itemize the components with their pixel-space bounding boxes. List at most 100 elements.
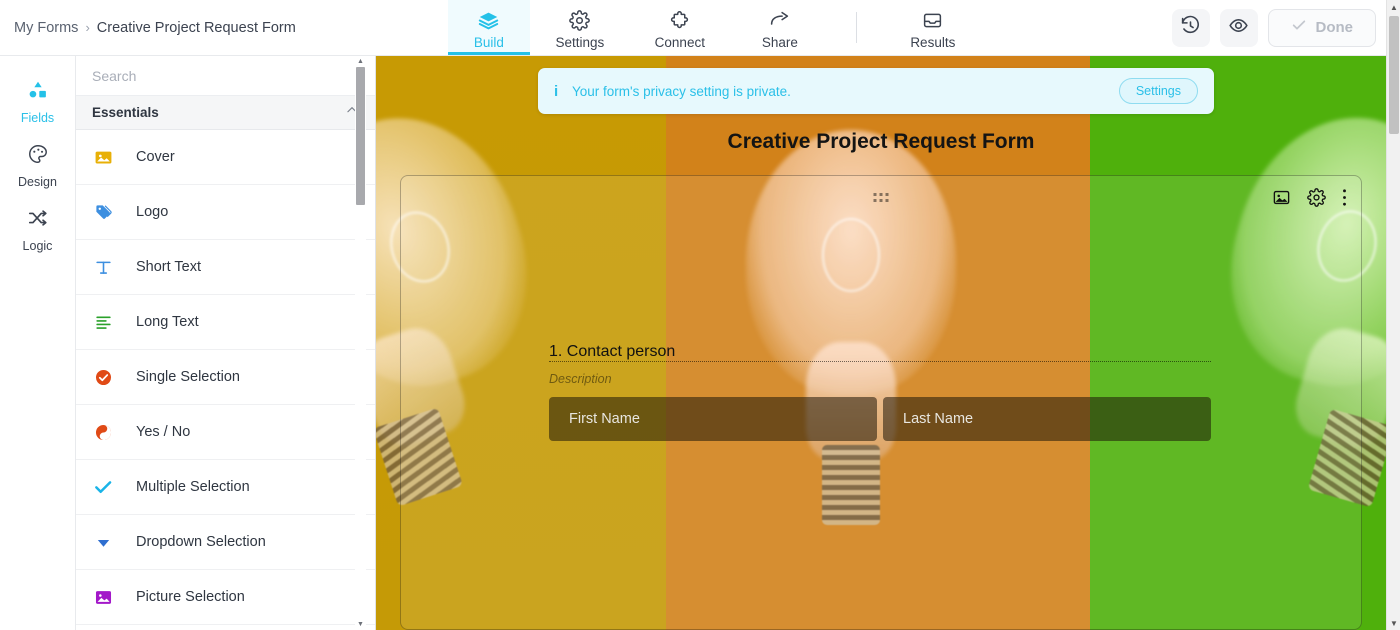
breadcrumb-root[interactable]: My Forms — [14, 20, 78, 36]
field-item-multiple-selection-label: Multiple Selection — [136, 479, 250, 495]
field-item-short-text[interactable]: Short Text — [76, 240, 375, 295]
question-block: 1. Contact person Description First Name… — [549, 343, 1211, 441]
rail-item-logic[interactable]: Logic — [0, 198, 76, 262]
page-scrollbar[interactable]: ▲ ▼ — [1386, 0, 1400, 630]
field-item-logo[interactable]: Logo — [76, 185, 375, 240]
question-title-row: 1. Contact person — [549, 343, 1211, 362]
breadcrumb-current[interactable]: Creative Project Request Form — [97, 20, 296, 36]
last-name-placeholder: Last Name — [903, 411, 974, 427]
rail-item-fields-label: Fields — [20, 111, 55, 125]
history-clock-icon — [1180, 15, 1201, 41]
first-name-input[interactable]: First Name — [549, 397, 877, 441]
info-icon: i — [554, 82, 559, 100]
field-item-picture-selection-label: Picture Selection — [136, 589, 245, 605]
tab-share-label: Share — [761, 34, 798, 50]
fields-panel: Essentials Cover Logo Short Text Long Te… — [76, 56, 376, 630]
page-scroll-thumb[interactable] — [1389, 16, 1399, 134]
shapes-icon — [27, 79, 49, 106]
privacy-settings-button[interactable]: Settings — [1118, 78, 1198, 104]
inbox-icon — [921, 10, 944, 32]
main-tabs: Build Settings Connect Share Results — [447, 0, 983, 55]
checkmark-icon — [92, 477, 114, 497]
rail-item-logic-label: Logic — [22, 239, 53, 253]
puzzle-icon — [669, 10, 690, 32]
field-item-cover-label: Cover — [136, 149, 175, 165]
left-rail: Fields Design Logic — [0, 56, 76, 630]
privacy-banner: i Your form's privacy setting is private… — [538, 68, 1214, 114]
first-name-placeholder: First Name — [569, 411, 640, 427]
text-t-icon — [92, 258, 114, 277]
fields-group-essentials[interactable]: Essentials — [76, 96, 375, 130]
field-item-single-selection-label: Single Selection — [136, 369, 240, 385]
search-row — [76, 56, 375, 96]
card-toolbar — [1272, 188, 1347, 207]
top-bar: My Forms › Creative Project Request Form… — [0, 0, 1400, 56]
field-item-short-text-label: Short Text — [136, 259, 202, 275]
gear-icon — [569, 10, 591, 32]
rail-item-fields[interactable]: Fields — [0, 70, 76, 134]
card-image-button[interactable] — [1272, 188, 1291, 207]
triangle-down-icon — [92, 534, 114, 551]
last-name-input[interactable]: Last Name — [883, 397, 1211, 441]
done-label: Done — [1315, 19, 1354, 36]
page-scroll-up-arrow[interactable]: ▲ — [1387, 0, 1400, 14]
arrow-share-icon — [768, 10, 791, 32]
tab-build-label: Build — [473, 34, 504, 50]
tab-settings[interactable]: Settings — [530, 0, 630, 55]
form-title[interactable]: Creative Project Request Form — [376, 130, 1386, 154]
card-more-button[interactable] — [1342, 188, 1347, 207]
radio-check-icon — [92, 368, 114, 387]
question-description-placeholder[interactable]: Description — [549, 372, 1211, 386]
tab-share[interactable]: Share — [730, 0, 830, 55]
field-item-long-text-label: Long Text — [136, 314, 199, 330]
field-item-cover[interactable]: Cover — [76, 130, 375, 185]
field-item-long-text[interactable]: Long Text — [76, 295, 375, 350]
question-number: 1. — [549, 343, 563, 360]
field-item-single-selection[interactable]: Single Selection — [76, 350, 375, 405]
field-item-dropdown-selection-label: Dropdown Selection — [136, 534, 266, 550]
fields-group-label: Essentials — [92, 105, 159, 120]
rail-item-design[interactable]: Design — [0, 134, 76, 198]
preview-button[interactable] — [1219, 8, 1258, 47]
done-button[interactable]: Done — [1267, 8, 1376, 47]
fields-scroll-up-arrow[interactable]: ▲ — [355, 56, 366, 67]
tab-results[interactable]: Results — [883, 0, 983, 55]
field-item-dropdown-selection[interactable]: Dropdown Selection — [76, 515, 375, 570]
card-settings-button[interactable] — [1307, 188, 1326, 207]
name-inputs-row: First Name Last Name — [549, 397, 1211, 441]
shuffle-icon — [27, 207, 49, 234]
question-card[interactable]: 1. Contact person Description First Name… — [400, 175, 1362, 630]
tab-build[interactable]: Build — [447, 0, 530, 55]
tab-connect-label: Connect — [654, 34, 705, 50]
tab-divider — [855, 12, 857, 43]
tab-connect[interactable]: Connect — [630, 0, 730, 55]
privacy-banner-text: Your form's privacy setting is private. — [572, 83, 791, 99]
top-right-actions: Done — [1171, 0, 1400, 55]
breadcrumb-separator: › — [85, 20, 90, 35]
fields-panel-scrollbar[interactable]: ▲ ▼ — [355, 56, 366, 630]
drag-dots-icon[interactable] — [873, 193, 889, 202]
palette-icon — [27, 143, 49, 170]
form-canvas: i Your form's privacy setting is private… — [376, 56, 1386, 630]
layers-icon — [478, 10, 499, 32]
field-item-logo-label: Logo — [136, 204, 169, 220]
fields-scroll-down-arrow[interactable]: ▼ — [355, 619, 366, 630]
fields-scroll-thumb[interactable] — [356, 67, 365, 205]
field-item-multiple-selection[interactable]: Multiple Selection — [76, 460, 375, 515]
rail-item-design-label: Design — [18, 175, 57, 189]
breadcrumb: My Forms › Creative Project Request Form — [0, 0, 296, 55]
tab-settings-label: Settings — [555, 34, 605, 50]
page-scroll-down-arrow[interactable]: ▼ — [1387, 616, 1400, 630]
tag-icon — [92, 203, 114, 222]
history-button[interactable] — [1171, 8, 1210, 47]
tab-results-label: Results — [910, 34, 956, 50]
search-input[interactable] — [92, 67, 359, 84]
text-lines-icon — [92, 313, 114, 332]
field-item-yes-no[interactable]: Yes / No — [76, 405, 375, 460]
field-item-picture-selection[interactable]: Picture Selection — [76, 570, 375, 625]
field-item-yes-no-label: Yes / No — [136, 424, 191, 440]
eye-icon — [1228, 15, 1249, 41]
check-icon — [1291, 17, 1307, 38]
picture-icon — [92, 588, 114, 607]
question-title[interactable]: Contact person — [567, 343, 676, 367]
